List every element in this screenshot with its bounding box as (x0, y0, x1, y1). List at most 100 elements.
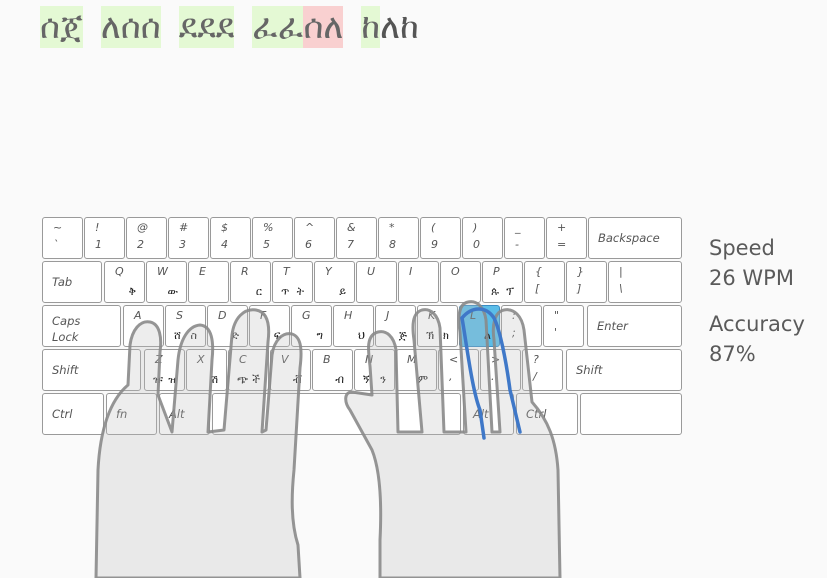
key-n[interactable]: Nኝን (354, 349, 395, 391)
key-tab[interactable]: Tab (42, 261, 102, 303)
key-amharic-base-legend: ህ (358, 329, 365, 342)
key-0[interactable]: ) 0 (462, 217, 503, 259)
key-amharic-base-legend: ል (484, 329, 491, 342)
key-shift-legend: $ (221, 221, 228, 234)
key-f[interactable]: Fፍ (249, 305, 290, 347)
key-1[interactable]: ! 1 (84, 217, 125, 259)
key-j[interactable]: Jጅ (375, 305, 416, 347)
key-base-legend: 1 (95, 238, 102, 251)
key-shift-legend: M (407, 353, 417, 366)
key-alt-left[interactable]: Alt (159, 393, 210, 435)
key-r[interactable]: Rር (230, 261, 271, 303)
key-shift-legend: ? (533, 353, 539, 366)
key-shift-legend: " (554, 309, 560, 322)
key-alt-right[interactable]: Alt (463, 393, 514, 435)
key-shift-legend: # (179, 221, 189, 234)
key-d[interactable]: Dድ (207, 305, 248, 347)
key-k[interactable]: Kኽክ (417, 305, 458, 347)
key-2[interactable]: @2 (126, 217, 167, 259)
key-m[interactable]: Mም (396, 349, 437, 391)
key-a[interactable]: A (123, 305, 164, 347)
key-space[interactable] (212, 393, 461, 435)
key-base-legend: . (491, 370, 495, 383)
key-base-legend: 0 (473, 238, 480, 251)
key-shift-legend: G (302, 309, 311, 322)
accuracy-label: Accuracy (709, 312, 805, 336)
key-3[interactable]: #3 (168, 217, 209, 259)
key-7[interactable]: & 7 (336, 217, 377, 259)
key-shift-legend: ) (473, 221, 478, 234)
key-shift-legend: | (619, 265, 623, 278)
key-shift-right[interactable]: Shift (566, 349, 682, 391)
key-capslock[interactable]: Caps Lock (42, 305, 121, 347)
key-h[interactable]: Hህ (333, 305, 374, 347)
key-shift-legend: ^ (305, 221, 315, 234)
key-u[interactable]: U (356, 261, 397, 303)
key-amharic-base-legend: ር (255, 285, 262, 298)
key-shift-legend: P (493, 265, 500, 278)
key-shift-legend: ( (431, 221, 436, 234)
key-base-legend: / (533, 370, 537, 383)
key-shift-legend: E (199, 265, 206, 278)
key-shift-legend: _ (515, 221, 521, 234)
key-shift-left[interactable]: Shift (42, 349, 141, 391)
key-blank-right[interactable] (580, 393, 682, 435)
key-o[interactable]: O (440, 261, 481, 303)
key-5[interactable]: % 5 (252, 217, 293, 259)
key-quote[interactable]: " ' (543, 305, 584, 347)
key-z[interactable]: Zዡዝ (144, 349, 185, 391)
key-label: Alt (473, 407, 489, 421)
key-backspace[interactable]: Backspace (588, 217, 682, 259)
key-period[interactable]: >. (480, 349, 521, 391)
key-slash[interactable]: ? / (522, 349, 563, 391)
key-rbracket[interactable]: }] (566, 261, 607, 303)
key-6[interactable]: ^ 6 (294, 217, 335, 259)
key-shift-legend: ~ (53, 221, 63, 234)
key-base-legend: [ (535, 282, 540, 295)
key-y[interactable]: Yይ (314, 261, 355, 303)
key-amharic-shift-legend: ሸ (174, 329, 181, 342)
key-lbracket[interactable]: {[ (524, 261, 565, 303)
key-shift-legend: * (389, 221, 395, 234)
key-enter[interactable]: Enter (587, 305, 682, 347)
key-backslash[interactable]: | \ (608, 261, 682, 303)
key-g[interactable]: Gግ (291, 305, 332, 347)
key-v[interactable]: Vቭ (270, 349, 311, 391)
key-base-legend: 3 (179, 238, 186, 251)
key-tilde[interactable]: ~ ` (42, 217, 83, 259)
key-b[interactable]: Bብ (312, 349, 353, 391)
key-9[interactable]: (9 (420, 217, 461, 259)
key-amharic-base-legend: ም (417, 373, 428, 386)
key-label: fn (116, 407, 128, 421)
key-ctrl-left[interactable]: Ctrl (42, 393, 104, 435)
key-e[interactable]: E (188, 261, 229, 303)
key-label: Caps Lock (52, 314, 81, 344)
key-base-legend: 8 (389, 238, 396, 251)
key-semicolon[interactable]: :; (501, 305, 542, 347)
speed-label: Speed (709, 236, 775, 260)
key-i[interactable]: I (398, 261, 439, 303)
key-8[interactable]: * 8 (378, 217, 419, 259)
key-shift-legend: H (344, 309, 353, 322)
key-ctrl-right[interactable]: Ctrl (516, 393, 578, 435)
key-t[interactable]: Tጥት (272, 261, 313, 303)
key-q[interactable]: Qቅ (104, 261, 145, 303)
key-4[interactable]: $4 (210, 217, 251, 259)
key-amharic-base-legend: ይ (339, 285, 346, 298)
key-base-legend: 5 (263, 238, 270, 251)
key-comma[interactable]: <, (438, 349, 479, 391)
key-equals[interactable]: + = (546, 217, 587, 259)
key-s[interactable]: Sሸስ (165, 305, 206, 347)
key-l[interactable]: Lል (459, 305, 500, 347)
key-shift-legend: T (283, 265, 290, 278)
key-minus[interactable]: _ - (504, 217, 545, 259)
key-base-legend: 6 (305, 238, 312, 251)
key-amharic-base-legend: ብ (335, 373, 344, 386)
key-p[interactable]: Pጱፕ (482, 261, 523, 303)
key-shift-legend: J (386, 309, 390, 322)
key-base-legend: ' (554, 326, 558, 339)
key-fn[interactable]: fn (106, 393, 157, 435)
key-w[interactable]: Wው (146, 261, 187, 303)
key-x[interactable]: Xሽ (186, 349, 227, 391)
key-c[interactable]: Cጭች (228, 349, 269, 391)
